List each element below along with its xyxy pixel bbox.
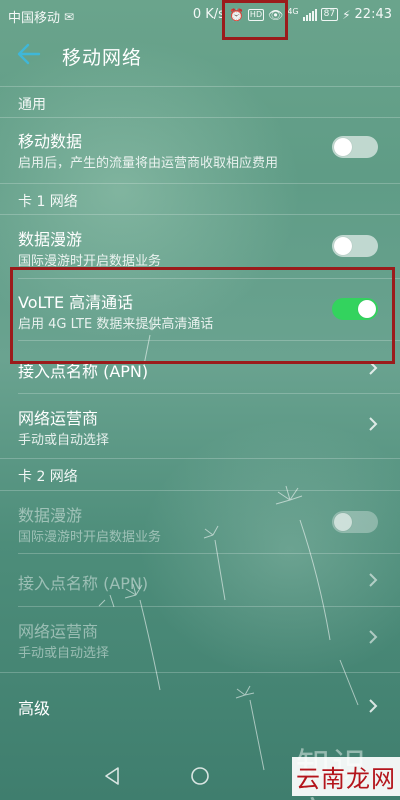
battery-icon: 87 — [320, 8, 339, 21]
carrier-name: 中国移动 — [8, 11, 61, 26]
triangle-back-icon — [105, 767, 119, 785]
section-header-sim1: 卡 1 网络 — [18, 194, 78, 210]
hd-icon: HD — [247, 8, 265, 21]
network-type: 4G — [287, 7, 299, 16]
setting-row-advanced[interactable]: 高级 — [0, 680, 400, 732]
circle-home-icon — [191, 767, 209, 785]
page-title: 移动网络 — [62, 47, 143, 69]
charging-icon: ⚡ — [342, 7, 351, 22]
toggle-knob — [358, 300, 376, 318]
chevron-right-icon — [368, 360, 378, 376]
title-bar: 移动网络 — [0, 30, 400, 80]
chevron-right-icon — [368, 572, 378, 588]
nav-back-button[interactable] — [100, 764, 124, 788]
setting-row-sim2-data-roaming: 数据漫游 国际漫游时开启数据业务 — [0, 491, 400, 553]
section-header-general: 通用 — [18, 97, 46, 113]
row-subtitle: 国际漫游时开启数据业务 — [18, 530, 162, 545]
row-title: 移动数据 — [18, 132, 83, 151]
row-subtitle: 国际漫游时开启数据业务 — [18, 254, 162, 269]
back-button[interactable] — [14, 38, 48, 72]
row-subtitle: 启用后，产生的流量将由运营商收取相应费用 — [18, 156, 279, 171]
chevron-right-icon — [368, 629, 378, 645]
divider — [0, 183, 400, 184]
network-speed: 0 K/s — [192, 7, 225, 22]
row-title: 网络运营商 — [18, 409, 99, 428]
status-bar: 中国移动 ✉ 0 K/s ⏰ HD 👁 4G 87 ⚡ 22:43 — [0, 0, 400, 30]
row-subtitle: 手动或自动选择 — [18, 433, 110, 448]
volte-toggle[interactable] — [332, 298, 378, 320]
mobile-data-toggle[interactable] — [332, 136, 378, 158]
message-icon: ✉ — [64, 9, 75, 24]
watermark-logo: 云南龙网 — [292, 757, 400, 796]
chevron-right-icon — [368, 416, 378, 432]
nav-home-button[interactable] — [188, 764, 212, 788]
setting-row-sim1-carrier[interactable]: 网络运营商 手动或自动选择 — [0, 394, 400, 456]
setting-row-sim2-apn: 接入点名称 (APN) — [0, 554, 400, 606]
back-arrow-icon — [17, 43, 41, 65]
row-subtitle: 启用 4G LTE 数据来提供高清通话 — [18, 317, 214, 332]
setting-row-volte[interactable]: VoLTE 高清通话 启用 4G LTE 数据来提供高清通话 — [0, 279, 400, 339]
row-title: 高级 — [18, 699, 51, 718]
row-title: 接入点名称 (APN) — [18, 574, 149, 593]
row-title: 接入点名称 (APN) — [18, 362, 149, 381]
divider — [0, 458, 400, 459]
sim2-data-roaming-toggle — [332, 511, 378, 533]
sim1-data-roaming-toggle[interactable] — [332, 235, 378, 257]
toggle-knob — [334, 237, 352, 255]
toggle-knob — [334, 138, 352, 156]
row-title: 数据漫游 — [18, 506, 83, 525]
row-title: 网络运营商 — [18, 622, 99, 641]
signal-icon — [302, 8, 317, 21]
section-header-sim2: 卡 2 网络 — [18, 469, 78, 485]
divider — [0, 672, 400, 673]
setting-row-sim1-data-roaming[interactable]: 数据漫游 国际漫游时开启数据业务 — [0, 215, 400, 277]
row-subtitle: 手动或自动选择 — [18, 646, 110, 661]
chevron-right-icon — [368, 698, 378, 714]
alarm-icon: ⏰ — [228, 7, 244, 22]
screen: 中国移动 ✉ 0 K/s ⏰ HD 👁 4G 87 ⚡ 22:43 移动网络 通… — [0, 0, 400, 800]
eye-comfort-icon: 👁 — [268, 7, 284, 22]
divider — [0, 86, 400, 87]
toggle-knob — [334, 513, 352, 531]
clock: 22:43 — [354, 7, 392, 22]
setting-row-sim2-carrier: 网络运营商 手动或自动选择 — [0, 607, 400, 669]
row-title: 数据漫游 — [18, 230, 83, 249]
row-title: VoLTE 高清通话 — [18, 293, 134, 312]
setting-row-mobile-data[interactable]: 移动数据 启用后，产生的流量将由运营商收取相应费用 — [0, 117, 400, 180]
setting-row-sim1-apn[interactable]: 接入点名称 (APN) — [0, 341, 400, 393]
